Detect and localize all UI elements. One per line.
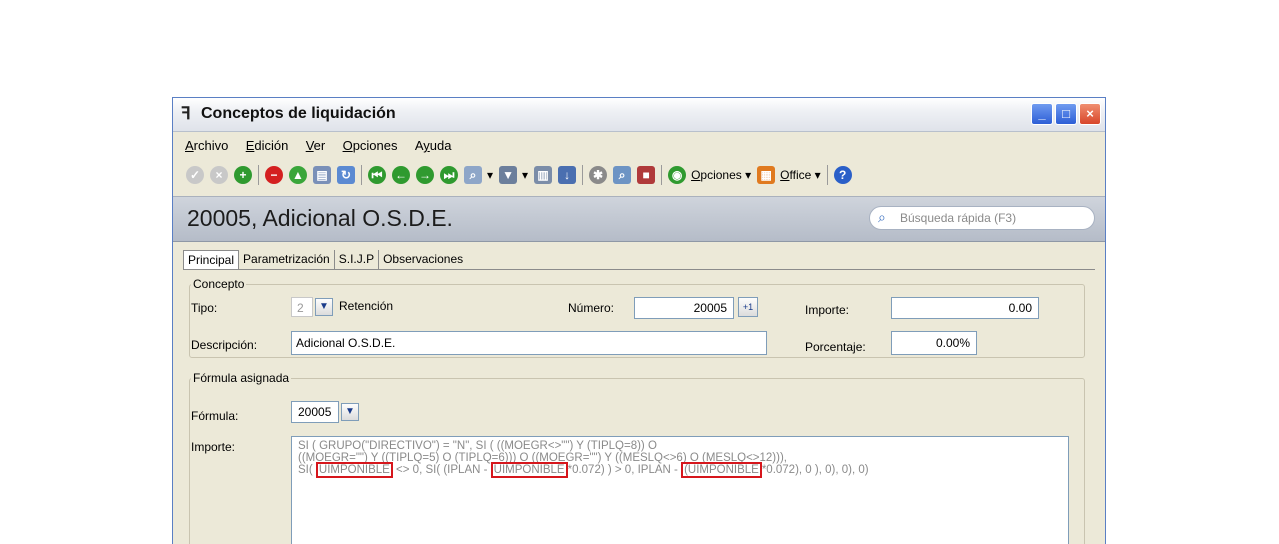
print-icon[interactable]: ■ — [637, 166, 656, 184]
tipo-label: Tipo: — [191, 301, 218, 315]
numero-field[interactable]: 20005 — [634, 297, 734, 319]
record-header: 20005, Adicional O.S.D.E. ⌕ Búsqueda ráp… — [173, 196, 1105, 242]
settings-gear-icon[interactable]: ✱ — [589, 166, 608, 184]
formula-line-3: SI( UIMPONIBLE <> 0, SI( (IPLAN - UIMPON… — [298, 462, 869, 478]
window-title: Conceptos de liquidación — [201, 105, 396, 122]
last-record-icon[interactable]: ⏭ — [440, 166, 458, 184]
increment-number-button[interactable]: +1 — [738, 297, 758, 317]
tab-principal[interactable]: Principal — [183, 250, 240, 270]
record-title: 20005, Adicional O.S.D.E. — [187, 205, 453, 231]
delete-icon[interactable]: − — [265, 166, 283, 184]
filter-icon[interactable]: ▼ — [499, 166, 518, 184]
toolbar-separator — [661, 165, 663, 185]
formula-text-area[interactable]: SI ( GRUPO("DIRECTIVO") = "N", SI ( ((MO… — [291, 436, 1069, 544]
close-button[interactable]: × — [1079, 103, 1101, 125]
sort-icon[interactable]: ↓ — [558, 166, 577, 184]
highlight-uimponible-3: (UIMPONIBLE — [681, 462, 762, 478]
toolbar-separator — [826, 165, 828, 185]
formula-line-1: SI ( GRUPO("DIRECTIVO") = "N", SI ( ((MO… — [298, 440, 657, 452]
menu-ver[interactable]: Ver — [306, 138, 326, 153]
minimize-button[interactable]: _ — [1031, 103, 1053, 125]
numero-label: Número: — [568, 301, 615, 315]
concepto-group-label: Concepto — [191, 277, 247, 291]
tipo-dropdown-button[interactable]: ▼ — [315, 298, 333, 316]
importe-label: Importe: — [805, 303, 850, 317]
descripcion-label: Descripción: — [191, 338, 258, 352]
app-icon: ꟻ — [181, 104, 191, 123]
preview-icon[interactable]: ⌕ — [613, 166, 632, 184]
toolbar-separator — [582, 165, 584, 185]
menu-edicion[interactable]: Edición — [246, 138, 289, 153]
refresh-icon[interactable]: ↻ — [337, 166, 355, 184]
search-icon: ⌕ — [878, 209, 886, 225]
tipo-field[interactable]: 2 — [291, 297, 313, 317]
tipo-text: Retención — [339, 299, 394, 313]
tab-divider — [183, 269, 1095, 270]
columns-icon[interactable]: ▥ — [534, 166, 553, 184]
tab-strip: Principal Parametrización S.I.J.P Observ… — [183, 250, 467, 270]
confirm-icon[interactable]: ✓ — [186, 166, 204, 184]
opciones-button[interactable]: Opciones ▾ — [691, 168, 751, 182]
formula-line-2: ((MOEGR="") Y ((TIPLQ=5) O (TIPLQ=6))) O… — [298, 452, 787, 464]
highlight-uimponible-2: UIMPONIBLE — [490, 462, 568, 478]
porcentaje-field[interactable]: 0.00% — [891, 331, 977, 355]
binoculars-dropdown-arrow[interactable]: ▾ — [487, 168, 493, 182]
tab-parametrizacion[interactable]: Parametrización — [239, 250, 335, 270]
previous-record-icon[interactable]: ← — [392, 166, 410, 184]
menu-bar: Archivo Edición Ver Opciones Ayuda — [185, 138, 465, 156]
add-icon[interactable]: + — [234, 166, 252, 184]
toolbar-separator — [361, 165, 362, 185]
formula-field[interactable]: 20005 — [291, 401, 339, 423]
toolbar: ✓ × + − ▲ ▤ ↻ ⏮ ← → ⏭ ⌕ ▾ ▼ ▾ ▥ ↓ ✱ ⌕ ■ … — [183, 162, 855, 188]
formula-label: Fórmula: — [191, 409, 239, 423]
highlight-uimponible-1: UIMPONIBLE — [315, 462, 393, 478]
help-icon[interactable]: ? — [833, 166, 852, 184]
menu-archivo[interactable]: Archivo — [185, 138, 228, 153]
toolbar-separator — [258, 165, 259, 185]
tab-sijp[interactable]: S.I.J.P — [335, 250, 380, 270]
porcentaje-label: Porcentaje: — [805, 340, 866, 354]
options-icon[interactable]: ◉ — [668, 166, 687, 184]
document-icon[interactable]: ▤ — [313, 166, 331, 184]
formula-importe-label: Importe: — [191, 440, 236, 454]
title-bar[interactable]: ꟻ Conceptos de liquidación _ □ × — [173, 98, 1105, 132]
cancel-icon[interactable]: × — [210, 166, 228, 184]
quick-search-input[interactable]: ⌕ Búsqueda rápida (F3) — [869, 206, 1095, 230]
maximize-button[interactable]: □ — [1055, 103, 1077, 125]
formula-group-label: Fórmula asignada — [191, 371, 292, 385]
formula-dropdown-button[interactable]: ▼ — [341, 403, 359, 421]
up-icon[interactable]: ▲ — [289, 166, 307, 184]
descripcion-field[interactable]: Adicional O.S.D.E. — [291, 331, 767, 355]
filter-dropdown-arrow[interactable]: ▾ — [522, 168, 528, 182]
first-record-icon[interactable]: ⏮ — [368, 166, 386, 184]
tab-observaciones[interactable]: Observaciones — [379, 250, 467, 270]
search-placeholder: Búsqueda rápida (F3) — [900, 211, 1017, 225]
office-button[interactable]: Office ▾ — [780, 168, 821, 182]
main-window: ꟻ Conceptos de liquidación _ □ × Archivo… — [172, 97, 1106, 544]
menu-ayuda[interactable]: Ayuda — [415, 138, 452, 153]
menu-opciones[interactable]: Opciones — [343, 138, 398, 153]
binoculars-icon[interactable]: ⌕ — [464, 166, 482, 184]
importe-field[interactable]: 0.00 — [891, 297, 1039, 319]
office-icon[interactable]: ▦ — [757, 166, 776, 184]
next-record-icon[interactable]: → — [416, 166, 434, 184]
